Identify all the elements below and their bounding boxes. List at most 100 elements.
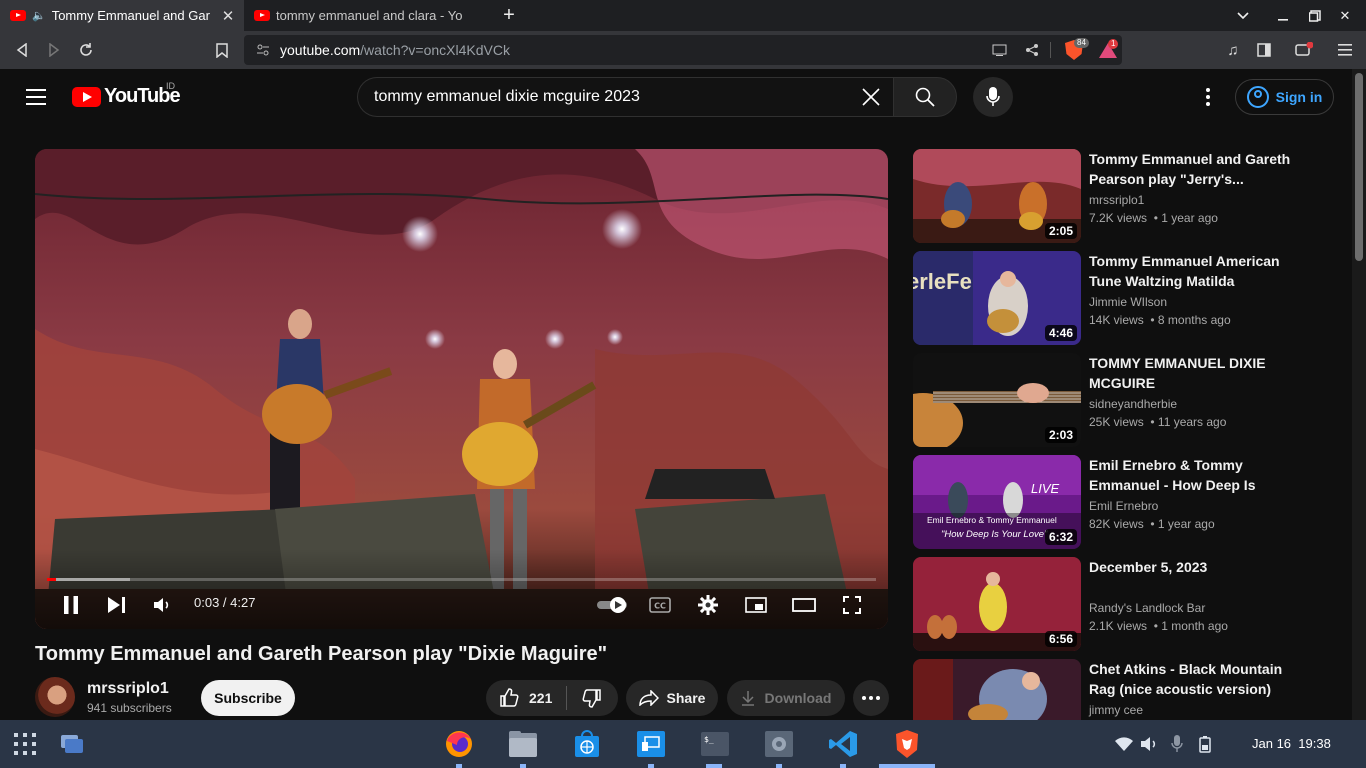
terminal-icon[interactable]: $_	[699, 728, 731, 760]
share-icon[interactable]	[1022, 35, 1042, 65]
dislike-button[interactable]	[567, 680, 617, 716]
vscode-icon[interactable]	[827, 728, 859, 760]
autoplay-toggle[interactable]	[595, 589, 635, 621]
related-title[interactable]: December 5, 2023	[1089, 557, 1299, 577]
video-thumbnail[interactable]: LIVE Emil Ernebro & Tommy Emmanuel "How …	[913, 455, 1081, 549]
next-button[interactable]	[103, 589, 131, 621]
pause-icon	[64, 596, 78, 614]
new-tab-button[interactable]: +	[494, 0, 524, 31]
channel-name[interactable]: mrssriplo1	[87, 680, 169, 698]
related-channel[interactable]: Jimmie WIlson	[1089, 295, 1167, 309]
video-thumbnail[interactable]	[913, 659, 1081, 720]
video-player[interactable]: 0:03 / 4:27 CC	[35, 149, 888, 629]
live-tag: LIVE	[1031, 481, 1060, 496]
back-button[interactable]	[8, 31, 36, 69]
related-title[interactable]: Tommy Emmanuel American Tune Waltzing Ma…	[1089, 251, 1299, 291]
related-video[interactable]: LIVE Emil Ernebro & Tommy Emmanuel "How …	[913, 455, 1343, 549]
browser-menu-icon[interactable]	[1331, 31, 1359, 69]
forward-button[interactable]	[40, 31, 68, 69]
workspaces-icon[interactable]	[56, 728, 88, 760]
sidebar-toggle-icon[interactable]	[1250, 31, 1278, 69]
youtube-logo[interactable]: YouTube ID	[72, 81, 181, 108]
sign-in-button[interactable]: Sign in	[1235, 79, 1334, 115]
page-scrollbar[interactable]	[1352, 69, 1366, 720]
video-thumbnail[interactable]: 2:05	[913, 149, 1081, 243]
voice-search-button[interactable]	[973, 77, 1013, 117]
related-title[interactable]: Emil Ernebro & Tommy Emmanuel - How Deep…	[1089, 455, 1299, 495]
subtitles-button[interactable]: CC	[646, 589, 674, 621]
close-icon[interactable]: ✕	[220, 8, 236, 25]
related-title[interactable]: Tommy Emmanuel and Gareth Pearson play "…	[1089, 149, 1299, 189]
progress-bar[interactable]	[47, 578, 876, 581]
battery-icon[interactable]	[1189, 728, 1221, 760]
music-note-icon[interactable]: ♫	[1219, 31, 1247, 69]
related-channel[interactable]: sidneyandherbie	[1089, 397, 1177, 411]
video-thumbnail[interactable]: erleFe 4:46	[913, 251, 1081, 345]
bookmark-icon[interactable]	[208, 31, 236, 69]
related-video[interactable]: 2:05 Tommy Emmanuel and Gareth Pearson p…	[913, 149, 1343, 243]
related-channel[interactable]: Emil Ernebro	[1089, 499, 1158, 513]
reload-button[interactable]	[72, 31, 100, 69]
related-video[interactable]: Chet Atkins - Black Mountain Rag (nice a…	[913, 659, 1343, 720]
youtube-play-icon	[72, 86, 101, 107]
download-label: Download	[764, 690, 832, 706]
theater-mode-button[interactable]	[790, 589, 818, 621]
related-video[interactable]: 6:56 December 5, 2023 Randy's Landlock B…	[913, 557, 1343, 651]
taskbar-clock[interactable]: Jan 16 19:38	[1252, 736, 1331, 751]
view-count: 82K views	[1089, 517, 1144, 531]
related-video[interactable]: erleFe 4:46 Tommy Emmanuel American Tune…	[913, 251, 1343, 345]
wallet-icon[interactable]	[1290, 31, 1318, 69]
download-button[interactable]: Download	[727, 680, 845, 716]
video-thumbnail[interactable]: 6:56	[913, 557, 1081, 651]
search-input[interactable]: tommy emmanuel dixie mcguire 2023	[357, 77, 893, 117]
address-bar[interactable]: youtube.com/watch?v=oncXl4KdVCk 84 1	[244, 35, 1122, 65]
miniplayer-button[interactable]	[742, 589, 770, 621]
subscribe-button[interactable]: Subscribe	[201, 680, 295, 716]
software-store-icon[interactable]	[571, 728, 603, 760]
related-channel[interactable]: mrssriplo1	[1089, 193, 1144, 207]
related-title[interactable]: Chet Atkins - Black Mountain Rag (nice a…	[1089, 659, 1299, 699]
guide-menu-icon[interactable]	[26, 89, 46, 105]
video-title: Tommy Emmanuel and Gareth Pearson play "…	[35, 643, 608, 665]
site-settings-icon[interactable]	[256, 43, 270, 57]
settings-more-icon[interactable]	[1196, 85, 1220, 109]
tab-list-chevron-icon[interactable]	[1228, 0, 1258, 31]
brave-rewards-button[interactable]: 1	[1096, 35, 1120, 65]
brave-shields-button[interactable]: 84	[1062, 35, 1089, 65]
settings-button[interactable]	[694, 589, 722, 621]
settings-app-icon[interactable]	[763, 728, 795, 760]
like-button[interactable]: 221	[486, 680, 566, 716]
channel-avatar[interactable]	[35, 677, 75, 717]
browser-tab-active[interactable]: 🔈 Tommy Emmanuel and Gar ✕	[0, 0, 244, 31]
autoplay-toggle-icon	[597, 597, 627, 613]
device-manager-icon[interactable]	[635, 728, 667, 760]
fullscreen-icon	[843, 596, 861, 614]
maximize-button[interactable]	[1300, 0, 1330, 31]
cast-icon[interactable]	[989, 35, 1009, 65]
running-app-indicator	[706, 764, 722, 768]
app-launcher-icon[interactable]	[9, 728, 41, 760]
related-title[interactable]: TOMMY EMMANUEL DIXIE MCGUIRE	[1089, 353, 1299, 393]
browser-tab[interactable]: tommy emmanuel and clara - Yo	[244, 0, 488, 31]
more-actions-button[interactable]	[853, 680, 889, 716]
fullscreen-button[interactable]	[838, 589, 866, 621]
url-path: /watch?v=oncXl4KdVCk	[360, 42, 510, 58]
related-meta: 14K views • 8 months ago	[1089, 313, 1231, 327]
close-window-button[interactable]: ✕	[1330, 0, 1360, 31]
related-video[interactable]: 2:03 TOMMY EMMANUEL DIXIE MCGUIRE sidney…	[913, 353, 1343, 447]
related-channel[interactable]: jimmy cee	[1089, 703, 1143, 717]
clear-search-icon[interactable]	[857, 83, 885, 111]
search-button[interactable]	[893, 77, 957, 117]
related-channel[interactable]: Randy's Landlock Bar	[1089, 601, 1205, 615]
firefox-icon[interactable]	[443, 728, 475, 760]
brave-browser-icon[interactable]	[891, 728, 923, 760]
files-icon[interactable]	[507, 728, 539, 760]
video-thumbnail[interactable]: 2:03	[913, 353, 1081, 447]
share-button[interactable]: Share	[626, 680, 718, 716]
audio-playing-icon[interactable]: 🔈	[32, 9, 46, 22]
minimize-button[interactable]	[1268, 0, 1298, 31]
scrollbar-thumb[interactable]	[1355, 73, 1363, 261]
volume-button[interactable]	[149, 589, 177, 621]
pause-button[interactable]	[57, 589, 85, 621]
duration-badge: 2:03	[1044, 427, 1077, 443]
